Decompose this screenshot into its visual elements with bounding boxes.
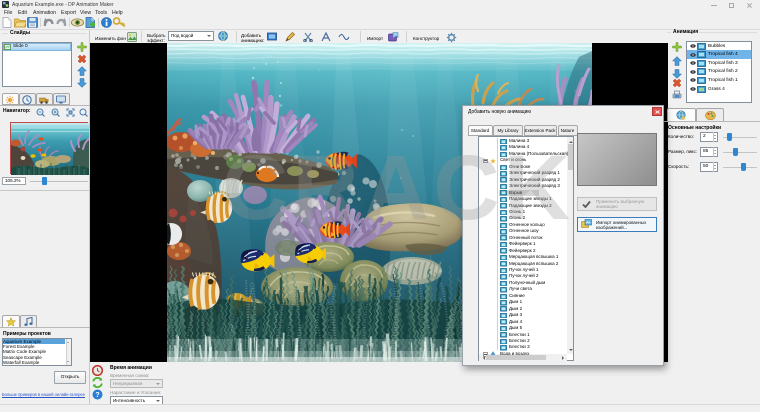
svg-text:?: ?: [95, 392, 99, 399]
